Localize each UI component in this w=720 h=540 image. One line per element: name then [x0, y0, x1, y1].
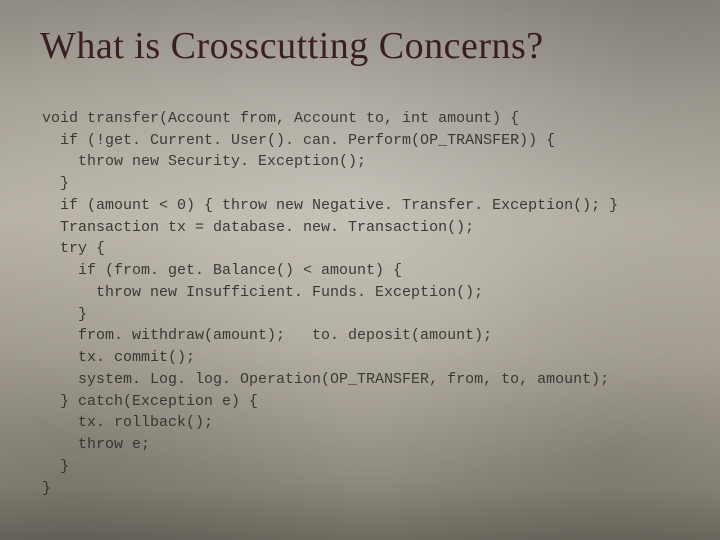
code-line: if (from. get. Balance() < amount) { — [42, 262, 402, 279]
code-line: void transfer(Account from, Account to, … — [42, 110, 519, 127]
code-line: try { — [42, 240, 105, 257]
code-line: Transaction tx = database. new. Transact… — [42, 219, 474, 236]
code-block: void transfer(Account from, Account to, … — [42, 86, 680, 521]
code-line: throw new Insufficient. Funds. Exception… — [42, 284, 483, 301]
code-line: } catch(Exception e) { — [42, 393, 258, 410]
code-line: system. Log. log. Operation(OP_TRANSFER,… — [42, 371, 609, 388]
code-line: if (amount < 0) { throw new Negative. Tr… — [42, 197, 618, 214]
code-line: from. withdraw(amount); to. deposit(amou… — [42, 327, 492, 344]
code-line: } — [42, 458, 69, 475]
code-line: } — [42, 480, 51, 497]
code-line: throw new Security. Exception(); — [42, 153, 366, 170]
code-line: if (!get. Current. User(). can. Perform(… — [42, 132, 555, 149]
slide-title: What is Crosscutting Concerns? — [40, 24, 680, 68]
code-line: throw e; — [42, 436, 150, 453]
code-line: } — [42, 306, 87, 323]
code-line: tx. rollback(); — [42, 414, 213, 431]
slide: What is Crosscutting Concerns? void tran… — [0, 0, 720, 540]
code-line: tx. commit(); — [42, 349, 195, 366]
code-line: } — [42, 175, 69, 192]
